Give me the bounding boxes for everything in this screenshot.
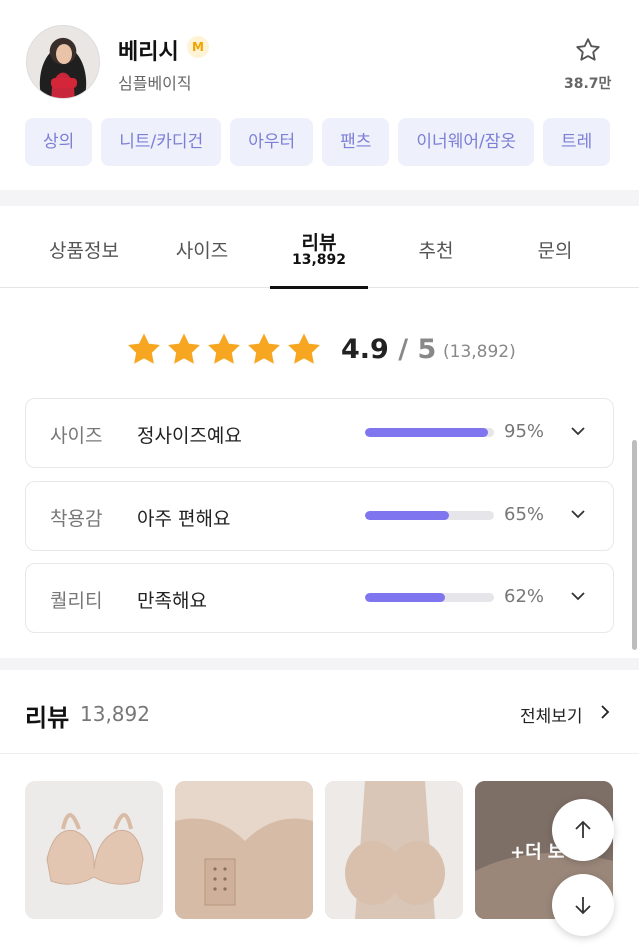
brand-header: 베리시 M 심플베이직 38.7만 상의 니트/카디건 아우터 팬츠 이너웨어/잠옷 트레 <box>0 0 639 190</box>
tab-review[interactable]: 리뷰 13,892 <box>270 206 368 289</box>
evaluation-percent: 62% <box>504 586 545 607</box>
review-header: 리뷰 13,892 전체보기 <box>0 670 639 754</box>
evaluation-key: 착용감 <box>50 508 103 530</box>
category-chip[interactable]: 니트/카디건 <box>101 118 222 166</box>
arrow-up-icon <box>575 820 591 838</box>
tab-label: 리뷰 <box>301 232 337 254</box>
rating-count: (13,892) <box>443 342 516 362</box>
arrow-down-icon <box>575 897 591 915</box>
category-chip[interactable]: 아우터 <box>230 118 314 166</box>
evaluation-value: 아주 편해요 <box>137 508 231 530</box>
evaluation-row-fit[interactable]: 착용감 아주 편해요 65% <box>25 481 614 551</box>
review-photo[interactable] <box>325 781 463 919</box>
evaluation-bar-fill <box>365 428 488 437</box>
evaluation-row-size[interactable]: 사이즈 정사이즈예요 95% <box>25 398 614 468</box>
tab-label: 문의 <box>537 240 573 262</box>
category-chip[interactable]: 트레 <box>543 118 611 166</box>
chevron-down-icon[interactable] <box>568 504 588 524</box>
rating-score: 4.9 / 5 <box>341 334 436 365</box>
evaluation-bar <box>365 593 494 602</box>
rating-summary: 4.9 / 5 (13,892) 사이즈 정사이즈예요 95% 착용감 아주 편… <box>0 288 639 658</box>
star-filled-icon <box>126 332 162 370</box>
review-photo[interactable] <box>175 781 313 919</box>
scroll-bottom-button[interactable] <box>552 874 614 936</box>
tab-inquiry[interactable]: 문의 <box>505 206 605 288</box>
star-filled-icon <box>286 332 322 370</box>
category-chip[interactable]: 팬츠 <box>322 118 390 166</box>
category-chips: 상의 니트/카디건 아우터 팬츠 이너웨어/잠옷 트레 <box>25 118 639 168</box>
evaluation-percent: 65% <box>504 504 545 525</box>
star-filled-icon <box>166 332 202 370</box>
tab-review-count: 13,892 <box>291 252 347 268</box>
star-filled-icon <box>206 332 242 370</box>
category-chip[interactable]: 이너웨어/잠옷 <box>398 118 534 166</box>
evaluation-percent: 95% <box>504 421 545 442</box>
review-count: 13,892 <box>80 702 150 726</box>
evaluation-bar-fill <box>365 511 449 520</box>
evaluation-bar <box>365 511 494 520</box>
tab-size[interactable]: 사이즈 <box>118 206 286 288</box>
evaluation-bar-fill <box>365 593 445 602</box>
section-divider <box>0 658 639 670</box>
avatar-face <box>56 44 72 64</box>
chevron-down-icon[interactable] <box>568 421 588 441</box>
tab-recommend[interactable]: 추천 <box>386 206 486 288</box>
rating-slash: / <box>398 334 409 365</box>
evaluation-bar <box>365 428 494 437</box>
rating-max: 5 <box>417 334 437 365</box>
membership-badge: M <box>187 36 209 58</box>
chevron-down-icon[interactable] <box>568 586 588 606</box>
brand-subtitle: 심플베이직 <box>118 74 192 93</box>
review-photo[interactable] <box>25 781 163 919</box>
rating-stars <box>126 332 326 370</box>
view-all-link[interactable]: 전체보기 <box>520 702 583 727</box>
scrollbar[interactable] <box>632 440 637 650</box>
evaluation-row-quality[interactable]: 퀄리티 만족해요 62% <box>25 563 614 633</box>
review-photo-image <box>325 781 463 919</box>
evaluation-key: 사이즈 <box>50 425 103 447</box>
star-outline-icon <box>576 38 600 61</box>
review-photo-image <box>46 813 144 885</box>
favorite-button[interactable] <box>567 36 609 64</box>
chevron-right-icon[interactable] <box>596 702 614 722</box>
star-filled-icon <box>246 332 282 370</box>
rating-value: 4.9 <box>341 334 389 365</box>
review-title: 리뷰 <box>25 704 70 732</box>
review-photo-image <box>175 781 313 919</box>
brand-avatar[interactable] <box>26 25 100 99</box>
evaluation-value: 정사이즈예요 <box>137 425 242 447</box>
tab-label: 사이즈 <box>175 240 229 262</box>
section-divider <box>0 190 639 206</box>
tab-label: 추천 <box>418 240 454 262</box>
product-tabs: 상품정보 사이즈 리뷰 13,892 추천 문의 <box>0 206 639 289</box>
evaluation-value: 만족해요 <box>137 590 207 612</box>
favorite-count: 38.7만 <box>564 76 612 92</box>
avatar-garment <box>51 78 77 88</box>
brand-name[interactable]: 베리시 <box>118 34 179 66</box>
evaluation-key: 퀄리티 <box>50 590 103 612</box>
scroll-top-button[interactable] <box>552 799 614 861</box>
category-chip[interactable]: 상의 <box>25 118 93 166</box>
